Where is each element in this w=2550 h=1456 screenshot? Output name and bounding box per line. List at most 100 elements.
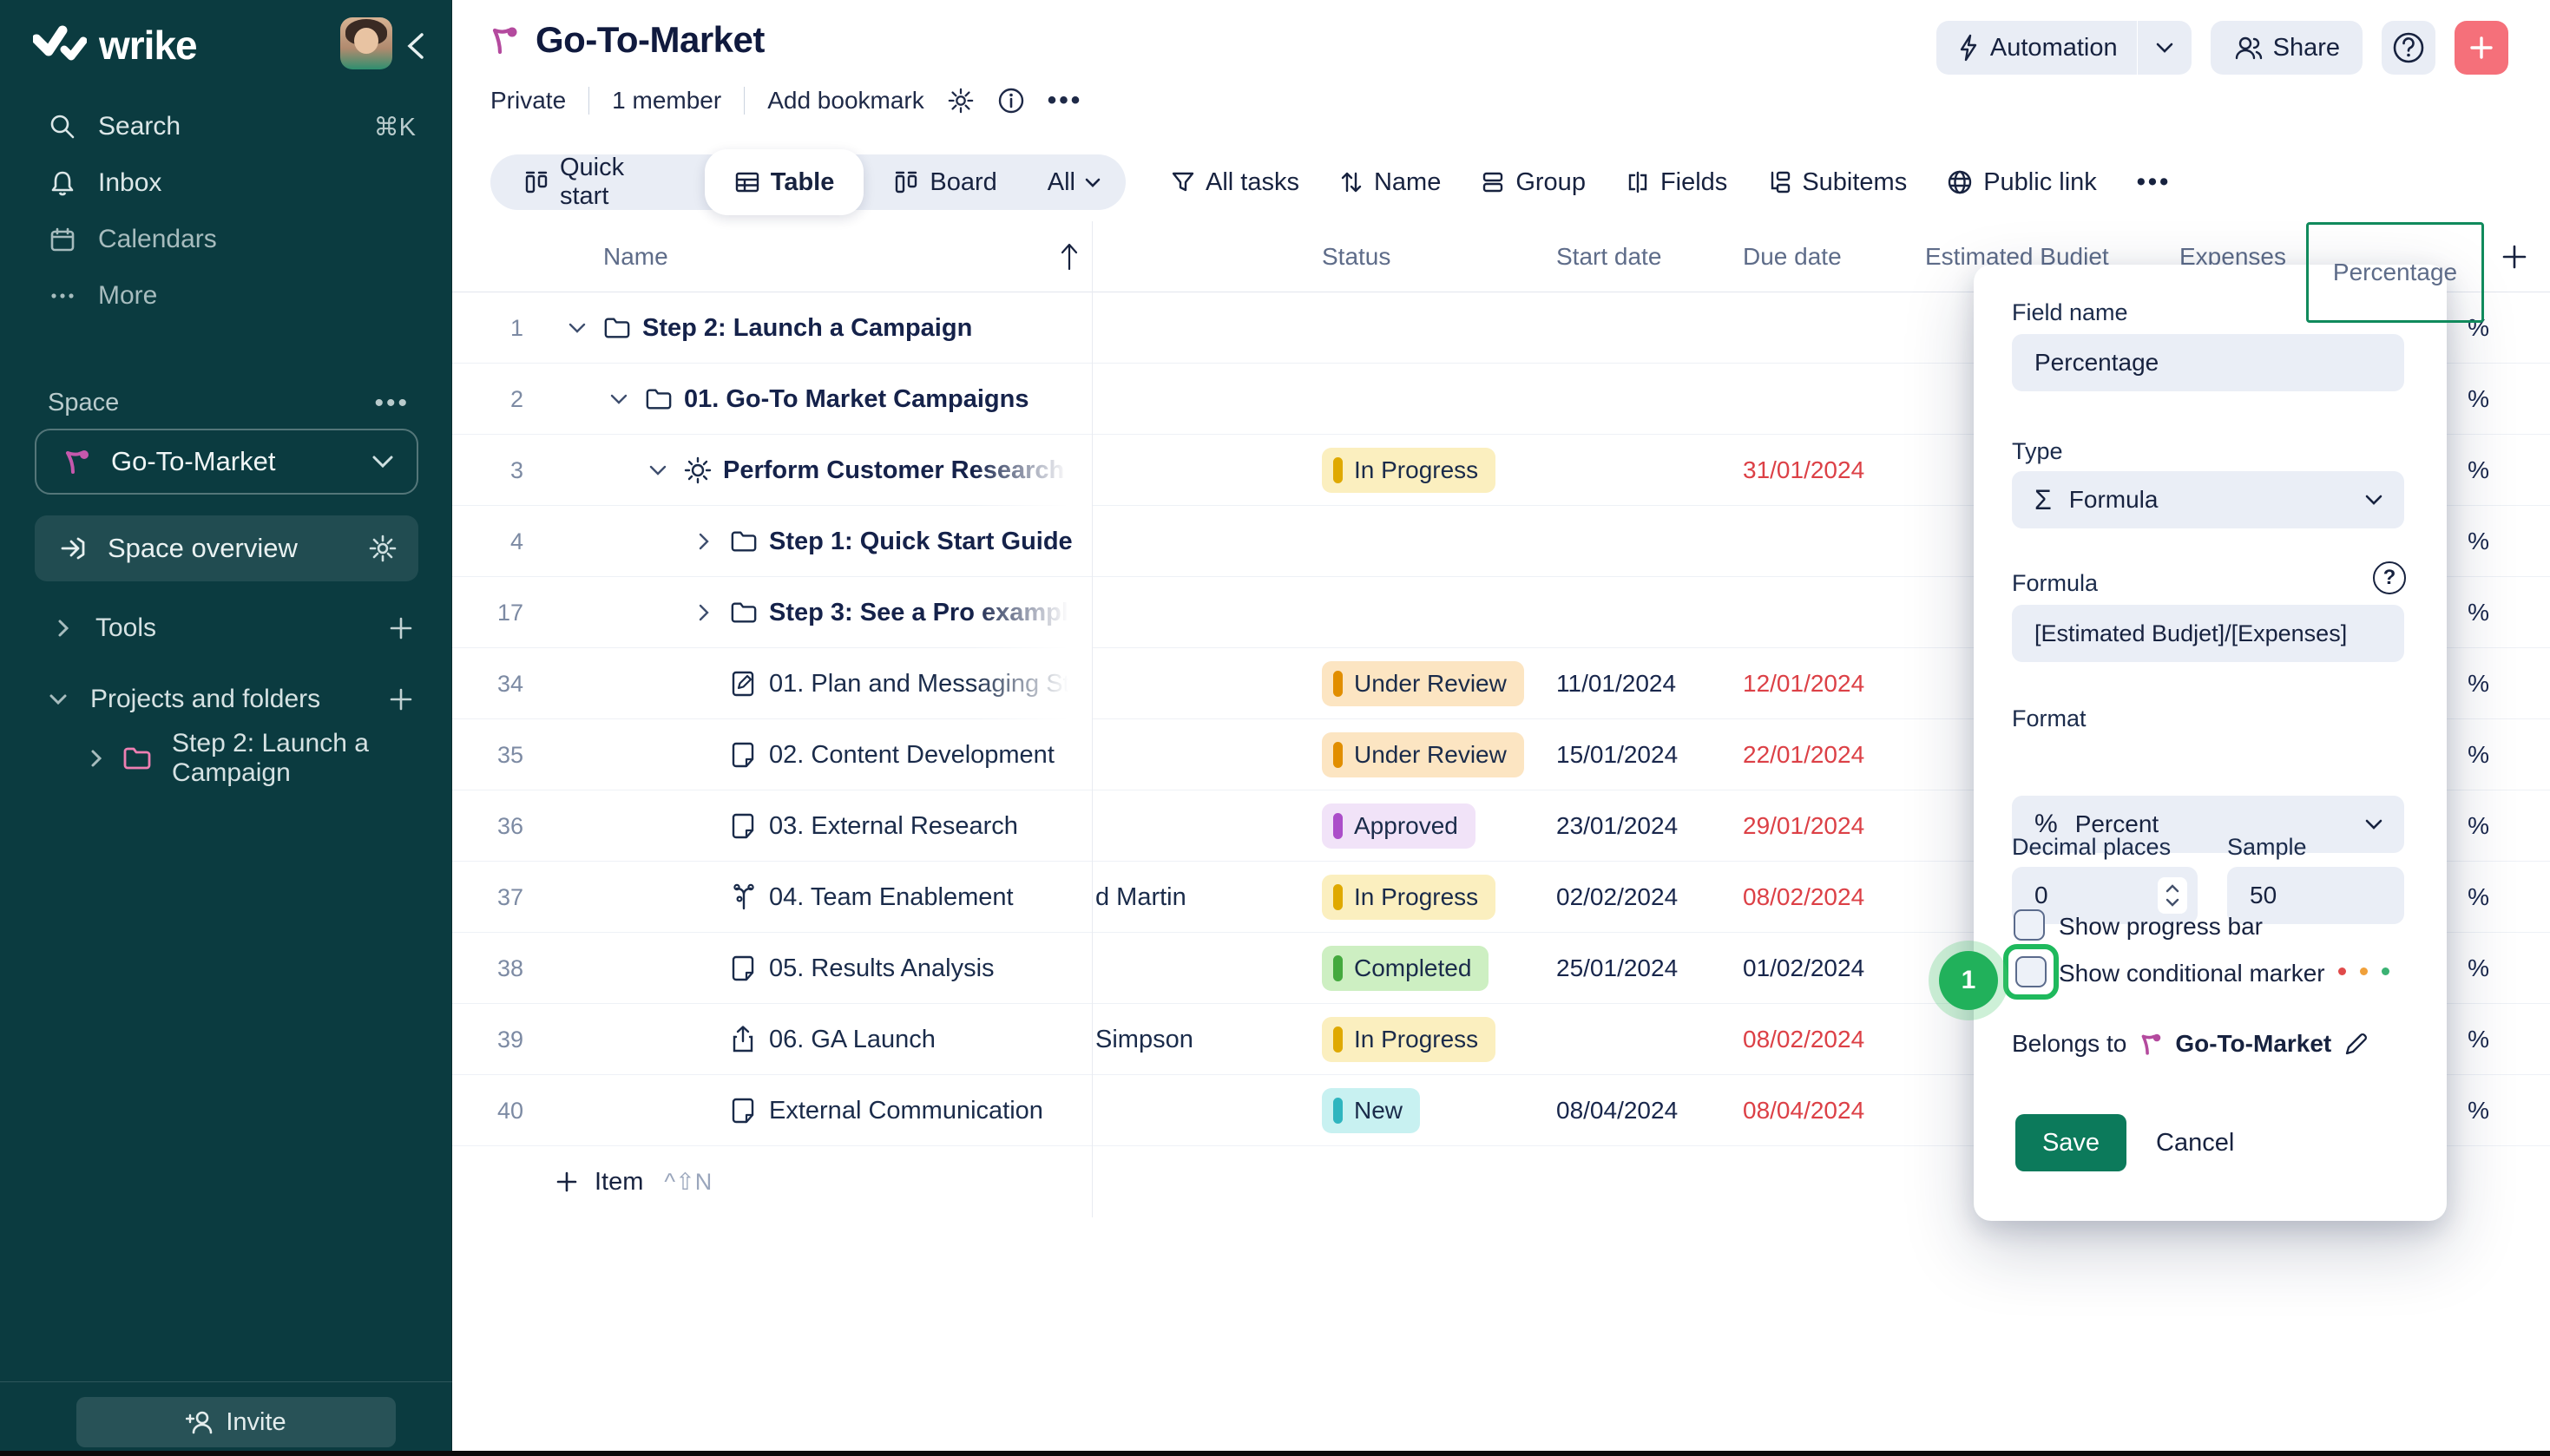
- sidebar-item-calendars[interactable]: Calendars: [0, 215, 452, 264]
- tab-table[interactable]: Table: [705, 149, 864, 215]
- due-date[interactable]: 29/01/2024: [1743, 790, 1864, 862]
- task-name[interactable]: External Communication: [769, 1075, 1092, 1146]
- field-name-input[interactable]: Percentage: [2012, 334, 2404, 391]
- space-menu-icon[interactable]: •••: [374, 389, 410, 418]
- selected-column-percentage[interactable]: Percentage: [2306, 222, 2484, 323]
- automation-dropdown-icon[interactable]: [2138, 21, 2192, 75]
- help-button[interactable]: [2382, 21, 2435, 75]
- status-badge[interactable]: Under Review: [1322, 719, 1524, 790]
- sidebar-item-search[interactable]: Search ⌘K: [0, 102, 452, 151]
- view-filter-dropdown[interactable]: All: [1023, 168, 1126, 197]
- sidebar-item-more[interactable]: More: [0, 272, 452, 320]
- task-name[interactable]: 04. Team Enablement: [769, 862, 1092, 933]
- save-button[interactable]: Save: [2015, 1114, 2126, 1171]
- chevron-right-icon[interactable]: [50, 618, 76, 639]
- task-name[interactable]: 01. Go-To Market Campaigns: [684, 364, 1092, 435]
- task-name[interactable]: 02. Content Development: [769, 719, 1092, 790]
- add-item-button[interactable]: Item ^⇧N: [555, 1146, 712, 1217]
- show-progress-bar-checkbox[interactable]: [2014, 909, 2045, 941]
- wrike-logo[interactable]: wrike: [33, 21, 197, 69]
- chevron-right-icon[interactable]: [698, 506, 710, 577]
- status-badge[interactable]: New: [1322, 1075, 1420, 1146]
- sidebar-item-tools[interactable]: Tools: [0, 604, 452, 653]
- status-badge[interactable]: Under Review: [1322, 648, 1524, 719]
- chevron-right-icon[interactable]: [698, 577, 710, 648]
- add-bookmark-link[interactable]: Add bookmark: [767, 87, 924, 115]
- board-icon: [523, 169, 549, 195]
- toolbar-more-icon[interactable]: •••: [2137, 168, 2171, 197]
- task-name[interactable]: 06. GA Launch: [769, 1004, 1092, 1075]
- due-date[interactable]: 22/01/2024: [1743, 719, 1864, 790]
- status-badge[interactable]: In Progress: [1322, 435, 1495, 506]
- task-name[interactable]: Step 2: Launch a Campaign: [642, 292, 1092, 364]
- status-badge[interactable]: In Progress: [1322, 1004, 1495, 1075]
- chevron-down-icon[interactable]: [568, 292, 587, 364]
- tab-board[interactable]: Board: [867, 154, 1022, 210]
- show-conditional-marker-checkbox[interactable]: [2015, 956, 2047, 987]
- due-date[interactable]: 12/01/2024: [1743, 648, 1864, 719]
- sidebar-item-step2-campaign[interactable]: Step 2: Launch a Campaign: [0, 734, 452, 783]
- status-badge[interactable]: Completed: [1322, 933, 1489, 1004]
- type-select[interactable]: Σ Formula: [2012, 471, 2404, 528]
- task-name[interactable]: 05. Results Analysis: [769, 933, 1092, 1004]
- privacy-label[interactable]: Private: [490, 87, 566, 115]
- column-header-due-date[interactable]: Due date: [1743, 221, 1842, 292]
- invite-button[interactable]: Invite: [76, 1397, 396, 1447]
- column-header-start-date[interactable]: Start date: [1556, 221, 1661, 292]
- subitems-button[interactable]: Subitems: [1767, 168, 1907, 197]
- collapse-sidebar-icon[interactable]: [404, 31, 427, 61]
- task-name[interactable]: 03. External Research: [769, 790, 1092, 862]
- fields-button[interactable]: Fields: [1626, 168, 1727, 197]
- automation-button[interactable]: Automation: [1936, 21, 2192, 75]
- sort-asc-icon[interactable]: [1060, 221, 1079, 292]
- cancel-button[interactable]: Cancel: [2156, 1114, 2234, 1171]
- members-label[interactable]: 1 member: [612, 87, 721, 115]
- start-date[interactable]: 02/02/2024: [1556, 862, 1678, 933]
- formula-input[interactable]: [Estimated Budjet]/[Expenses]: [2012, 605, 2404, 662]
- fade-overlay: [973, 435, 1092, 506]
- space-selector[interactable]: Go-To-Market: [35, 429, 418, 495]
- due-date[interactable]: 31/01/2024: [1743, 435, 1864, 506]
- tab-quick-start[interactable]: Quick start: [497, 154, 701, 210]
- sort-by-name[interactable]: Name: [1339, 168, 1441, 197]
- avatar[interactable]: [340, 17, 392, 69]
- chevron-right-icon[interactable]: [85, 748, 108, 769]
- column-header-name[interactable]: Name: [603, 221, 668, 292]
- stepper-arrows-icon[interactable]: [2158, 877, 2187, 914]
- due-date[interactable]: 08/02/2024: [1743, 862, 1864, 933]
- column-header-status[interactable]: Status: [1322, 221, 1390, 292]
- create-new-button[interactable]: [2455, 21, 2508, 75]
- task-name[interactable]: Step 1: Quick Start Guide: [769, 506, 1092, 577]
- share-button[interactable]: Share: [2211, 21, 2363, 75]
- chevron-down-icon[interactable]: [648, 435, 667, 506]
- start-date[interactable]: 11/01/2024: [1556, 648, 1676, 719]
- start-date[interactable]: 08/04/2024: [1556, 1075, 1678, 1146]
- formula-help-icon[interactable]: ?: [2373, 561, 2406, 594]
- chevron-down-icon[interactable]: [609, 364, 628, 435]
- gear-icon[interactable]: [368, 534, 398, 563]
- due-date[interactable]: 08/02/2024: [1743, 1004, 1864, 1075]
- status-badge[interactable]: In Progress: [1322, 862, 1495, 933]
- start-date[interactable]: 25/01/2024: [1556, 933, 1678, 1004]
- due-date[interactable]: 01/02/2024: [1743, 933, 1864, 1004]
- assignee-name[interactable]: d Martin: [1095, 862, 1186, 933]
- add-tool-icon[interactable]: [388, 615, 414, 641]
- chevron-down-icon[interactable]: [45, 692, 71, 706]
- info-icon[interactable]: [997, 87, 1025, 115]
- filter-all-tasks[interactable]: All tasks: [1171, 168, 1299, 197]
- sidebar-item-inbox[interactable]: Inbox: [0, 159, 452, 207]
- sidebar-item-projects[interactable]: Projects and folders: [0, 675, 452, 724]
- add-project-icon[interactable]: [388, 686, 414, 712]
- sidebar-item-space-overview[interactable]: Space overview: [35, 515, 418, 581]
- more-options-icon[interactable]: •••: [1048, 86, 1083, 115]
- pencil-icon[interactable]: [2343, 1031, 2369, 1057]
- add-column-icon[interactable]: [2501, 221, 2528, 292]
- status-badge[interactable]: Approved: [1322, 790, 1475, 862]
- public-link-button[interactable]: Public link: [1947, 168, 2097, 197]
- group-button[interactable]: Group: [1481, 168, 1586, 197]
- assignee-name[interactable]: Simpson: [1095, 1004, 1193, 1075]
- start-date[interactable]: 23/01/2024: [1556, 790, 1678, 862]
- due-date[interactable]: 08/04/2024: [1743, 1075, 1864, 1146]
- start-date[interactable]: 15/01/2024: [1556, 719, 1678, 790]
- settings-gear-icon[interactable]: [947, 87, 975, 115]
